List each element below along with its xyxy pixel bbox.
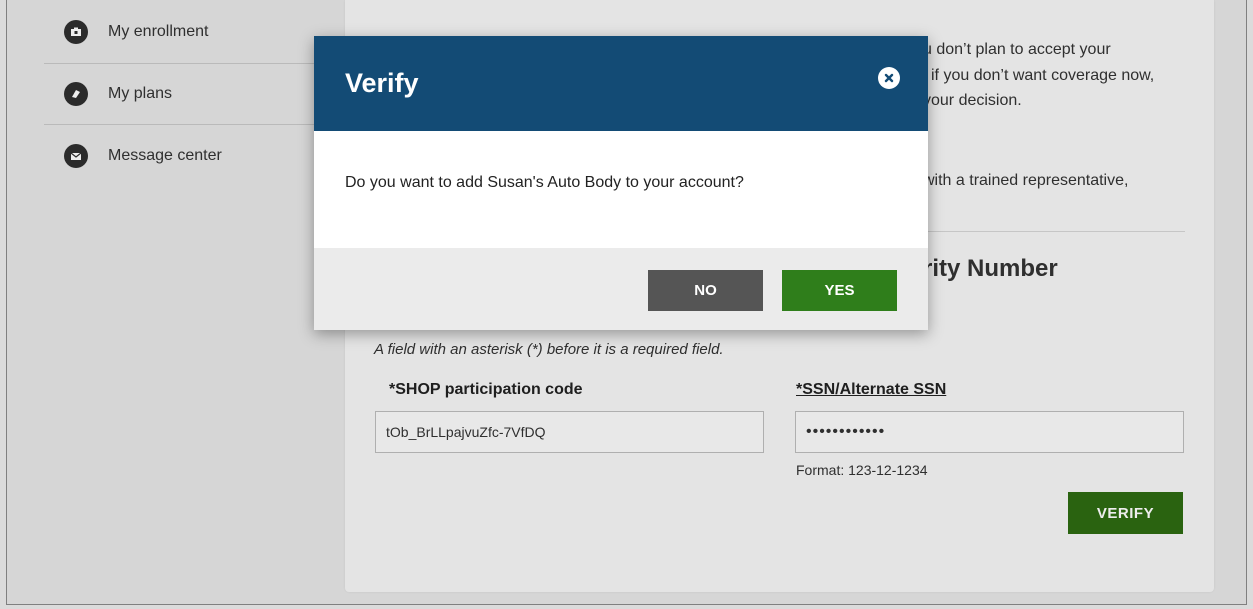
dialog-footer: NO YES [314,248,928,330]
dialog-message: Do you want to add Susan's Auto Body to … [345,174,744,191]
dialog-header: Verify [314,36,928,131]
no-button[interactable]: NO [648,270,763,311]
verify-dialog: Verify Do you want to add Susan's Auto B… [314,36,928,330]
dialog-title: Verify [345,68,419,98]
dialog-body: Do you want to add Susan's Auto Body to … [314,131,928,248]
close-icon [884,73,894,83]
yes-button[interactable]: YES [782,270,897,311]
close-button[interactable] [878,67,900,89]
